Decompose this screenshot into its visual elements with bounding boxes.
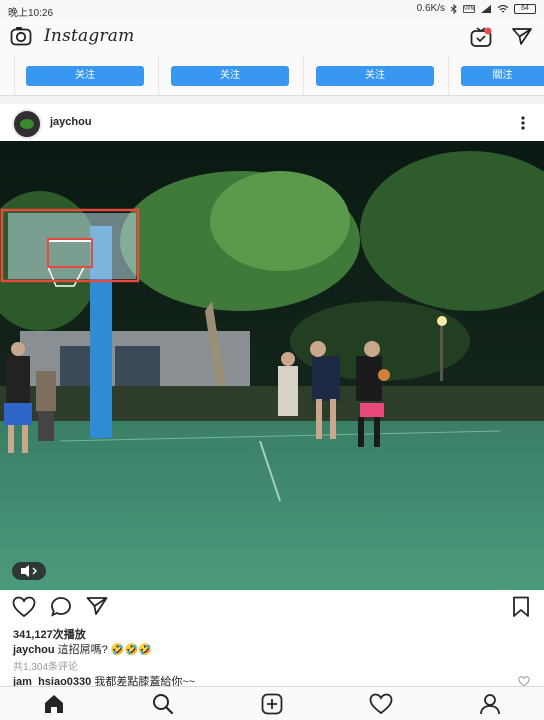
like-heart-icon[interactable]	[12, 596, 36, 618]
card-divider	[303, 56, 304, 96]
comment-bubble-icon[interactable]	[50, 596, 72, 618]
card-divider	[14, 56, 15, 96]
avatar[interactable]	[12, 109, 42, 139]
card-divider	[448, 56, 449, 96]
more-options-icon[interactable]	[520, 115, 526, 131]
caption-username[interactable]: jaychou	[13, 644, 55, 656]
feed-separator	[0, 96, 544, 104]
top-bar: Instagram	[0, 18, 544, 56]
battery-icon: 64	[514, 3, 536, 14]
share-icon[interactable]	[86, 596, 108, 616]
signal-icon	[481, 4, 491, 13]
search-icon[interactable]	[152, 693, 174, 715]
status-right: 0.6K/s VPN 64	[417, 3, 536, 14]
wifi-icon	[497, 4, 509, 12]
instagram-logo: Instagram	[44, 26, 135, 46]
post-actions	[0, 596, 544, 620]
follow-button[interactable]: 关注	[316, 66, 434, 86]
follow-button[interactable]: 关注	[26, 66, 144, 86]
post-header: jaychou	[0, 104, 544, 140]
activity-heart-icon[interactable]	[369, 693, 393, 715]
follow-button[interactable]: 关注	[171, 66, 289, 86]
igtv-icon[interactable]	[470, 26, 492, 48]
network-speed: 0.6K/s	[416, 3, 445, 14]
bottom-navigation	[0, 686, 544, 720]
follow-button[interactable]: 關注	[461, 66, 544, 86]
vpn-icon: VPN	[463, 4, 475, 13]
caption-text: 這招屌嗎? 🤣🤣🤣	[57, 644, 152, 656]
status-bar: 晚上10:26 0.6K/s VPN 64	[0, 0, 544, 19]
post-caption: jaychou 這招屌嗎? 🤣🤣🤣	[13, 641, 152, 657]
video-frame	[0, 141, 544, 590]
home-icon[interactable]	[43, 693, 65, 715]
audio-toggle-button[interactable]	[12, 562, 46, 580]
card-divider	[158, 56, 159, 96]
direct-send-icon[interactable]	[512, 27, 532, 45]
status-time: 晚上10:26	[8, 8, 54, 19]
view-all-comments-link[interactable]: 共1,304条评论	[13, 658, 78, 673]
view-count: 341,127次播放	[13, 629, 86, 641]
bluetooth-icon	[450, 3, 457, 14]
bookmark-icon[interactable]	[512, 596, 530, 618]
post-username[interactable]: jaychou	[50, 116, 92, 128]
new-post-icon[interactable]	[261, 693, 283, 715]
profile-icon[interactable]	[479, 693, 501, 715]
camera-icon[interactable]	[10, 26, 32, 46]
speaker-icon	[21, 565, 37, 577]
suggestions-row: 关注 关注 关注 關注	[0, 56, 544, 96]
post-video[interactable]	[0, 141, 544, 590]
